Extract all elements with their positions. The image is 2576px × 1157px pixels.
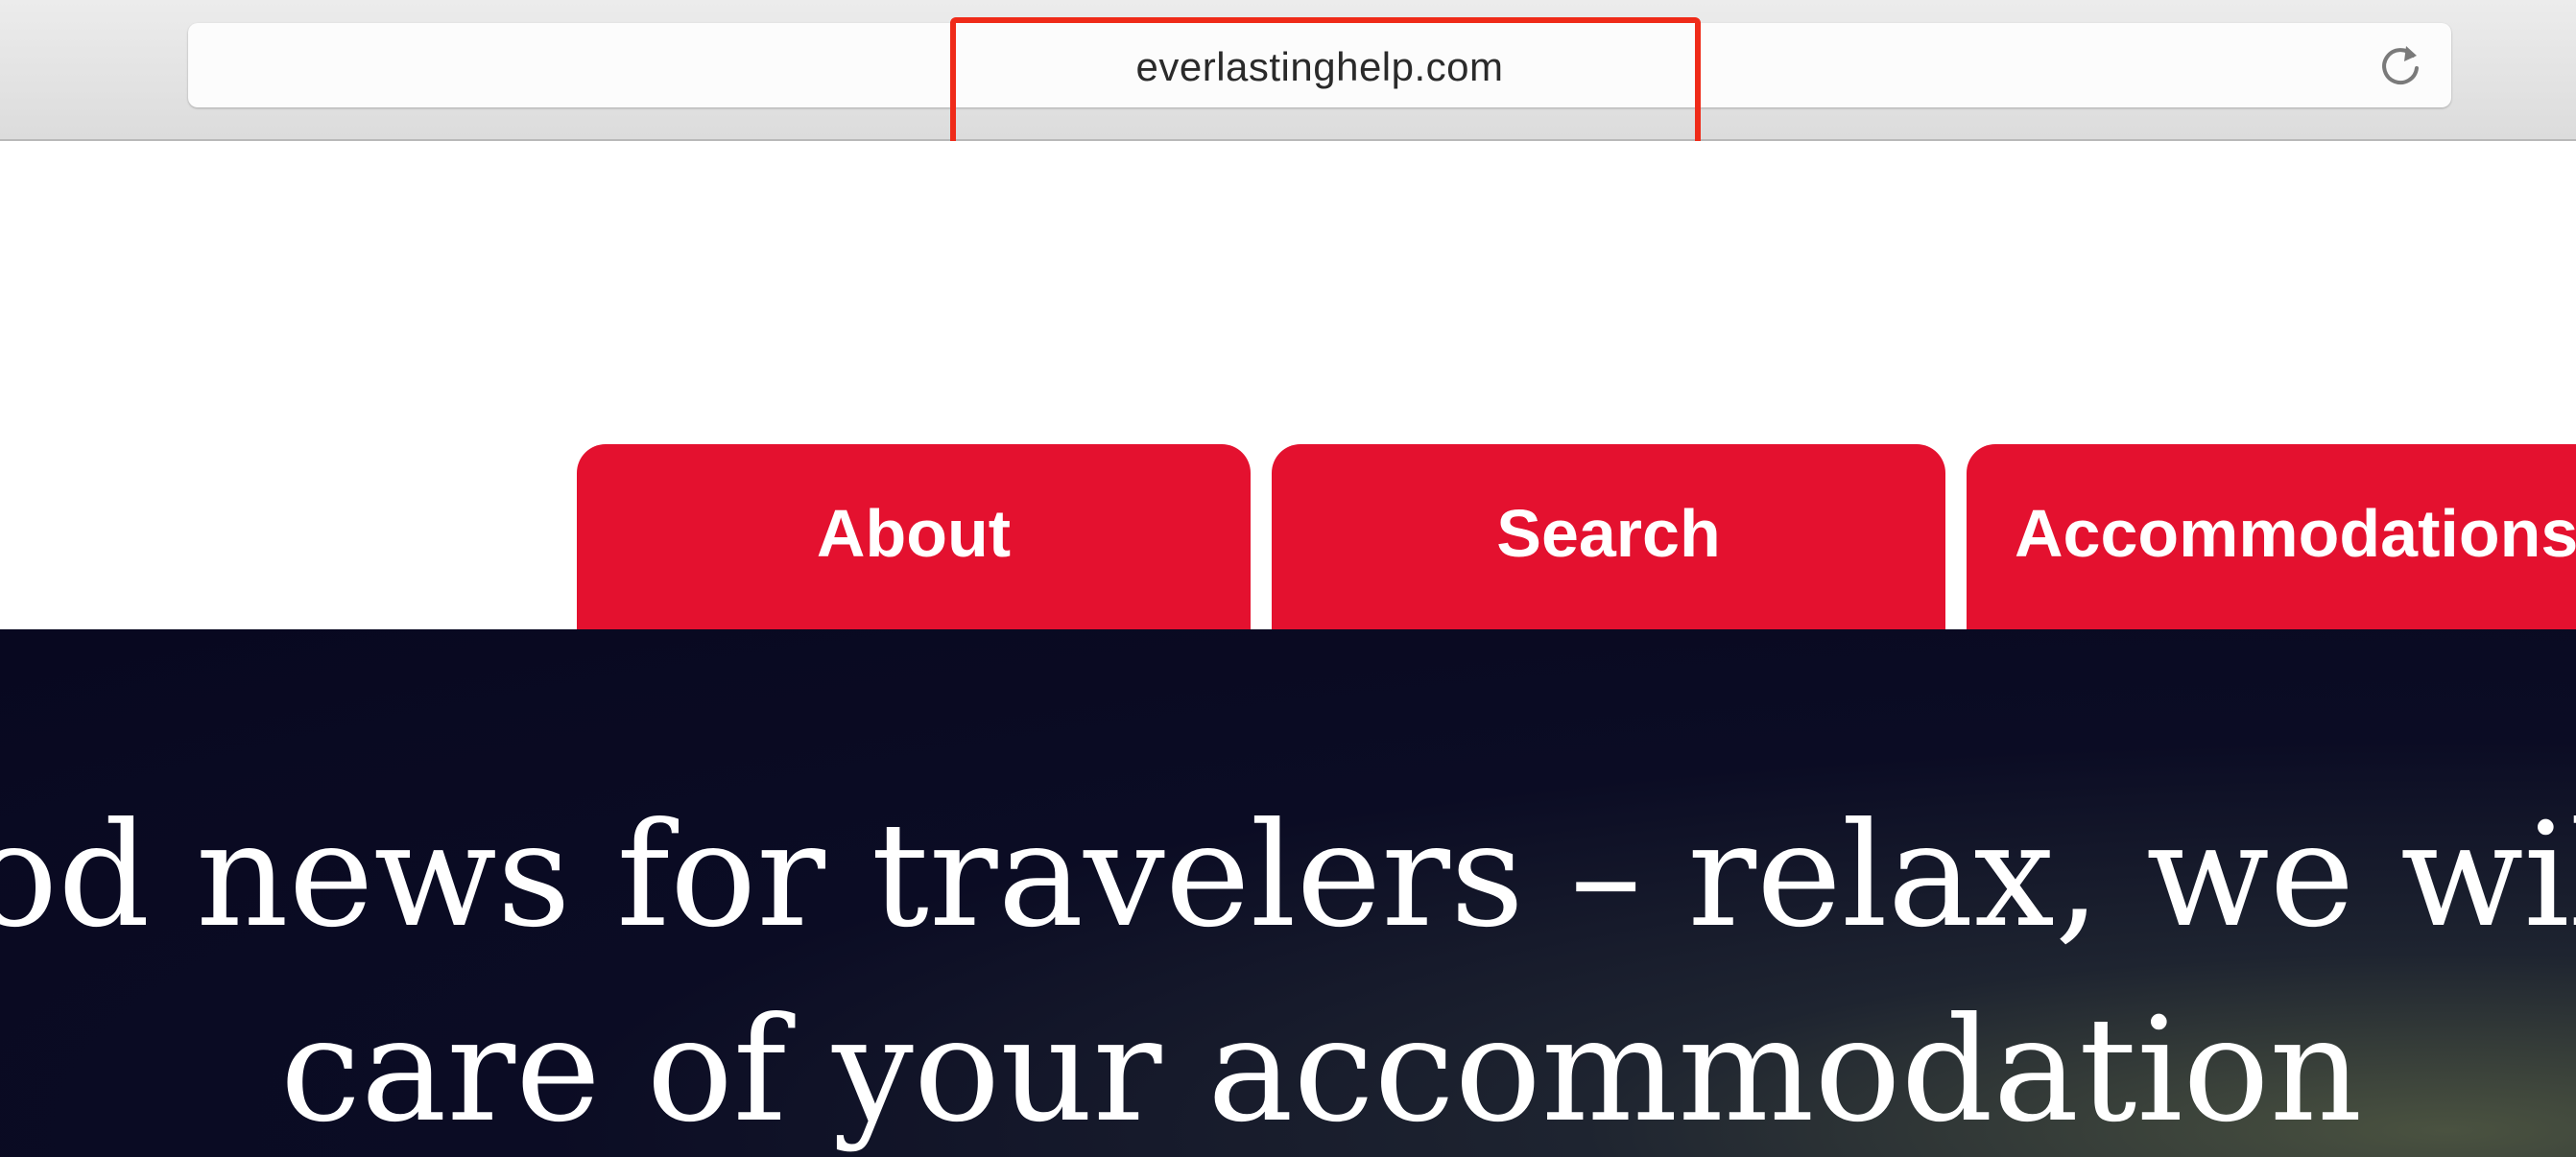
web-page: About Search Accommodations od news for … xyxy=(0,141,2576,1157)
tab-about[interactable]: About xyxy=(577,444,1251,636)
hero-headline-line-1: od news for travelers – relax, we will xyxy=(0,792,2576,959)
reload-icon[interactable] xyxy=(2376,42,2424,90)
hero-headline-line-2: care of your accommodation xyxy=(280,987,2363,1154)
url-highlight-box xyxy=(950,17,1701,155)
hero-banner: od news for travelers – relax, we will c… xyxy=(0,629,2576,1157)
tab-accommodations[interactable]: Accommodations xyxy=(1967,444,2576,636)
tab-search[interactable]: Search xyxy=(1272,444,1945,636)
